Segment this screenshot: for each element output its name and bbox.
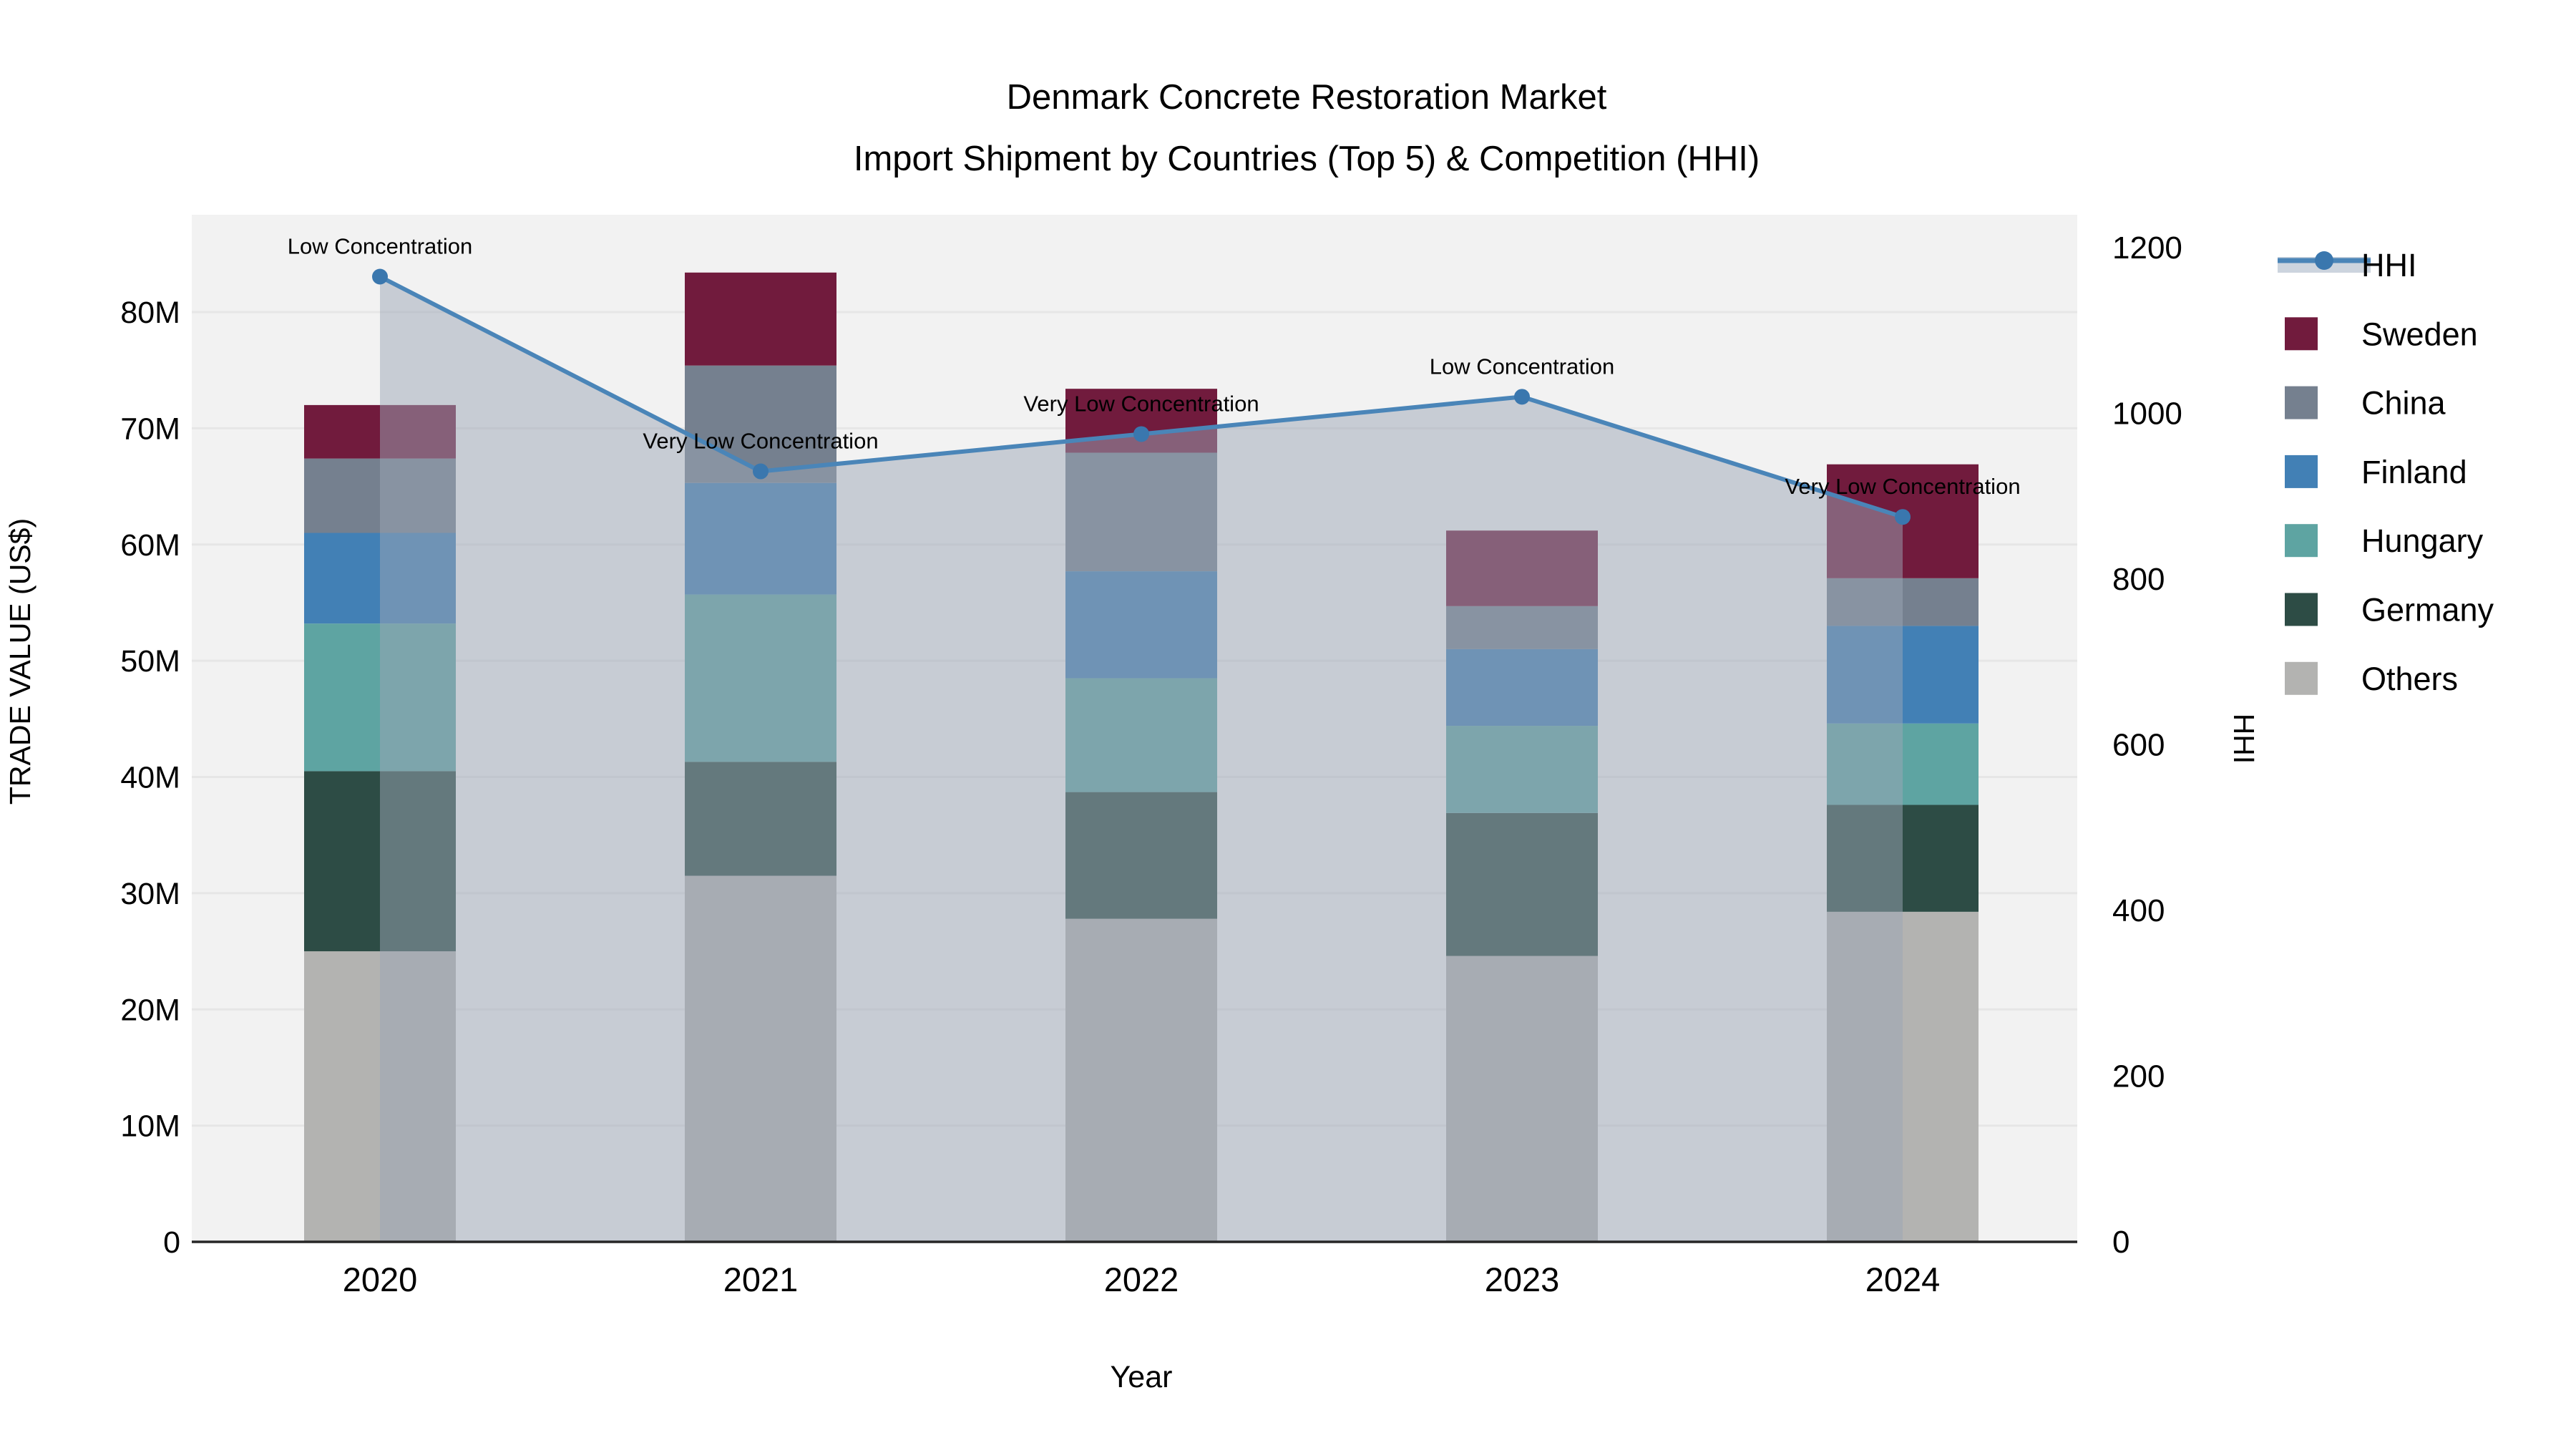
legend-label-hungary: Hungary	[2361, 523, 2484, 559]
y-right-tick-600: 600	[2112, 728, 2165, 763]
legend-label-sweden: Sweden	[2361, 316, 2478, 352]
legend-swatch-finland	[2285, 455, 2318, 488]
chart-container: Low Concentration Very Low Concentration V…	[0, 0, 2576, 1449]
chart-title-line1: Denmark Concrete Restoration Market	[1007, 78, 1607, 117]
legend-label-finland: Finland	[2361, 454, 2467, 490]
annotation-2021: Very Low Concentration	[643, 429, 878, 454]
legend-item-finland[interactable]: Finland	[2285, 454, 2467, 490]
annotation-2024: Very Low Concentration	[1785, 474, 2020, 499]
x-tick-2022: 2022	[1104, 1260, 1179, 1298]
y-left-tick-20M: 20M	[120, 993, 180, 1027]
y-left-tick-60M: 60M	[120, 528, 180, 563]
legend-item-sweden[interactable]: Sweden	[2285, 316, 2478, 352]
bar-segment-2021-sweden	[685, 272, 836, 366]
legend-item-china[interactable]: China	[2285, 385, 2446, 422]
y-right-tick-400: 400	[2112, 893, 2165, 928]
x-tick-2021: 2021	[723, 1260, 799, 1298]
y-left-tick-10M: 10M	[120, 1109, 180, 1144]
y-right-tick-0: 0	[2112, 1225, 2129, 1260]
legend-item-hungary[interactable]: Hungary	[2285, 523, 2484, 559]
x-tick-2020: 2020	[343, 1260, 418, 1298]
hhi-marker-2022	[1133, 426, 1149, 442]
legend-swatch-germany	[2285, 593, 2318, 626]
x-tick-2023: 2023	[1485, 1260, 1560, 1298]
legend-swatch-sweden	[2285, 317, 2318, 351]
y-right-tick-1200: 1200	[2112, 230, 2182, 266]
legend-label-others: Others	[2361, 661, 2458, 697]
legend-swatch-hungary	[2285, 524, 2318, 558]
legend-item-others[interactable]: Others	[2285, 661, 2458, 697]
legend-item-hhi[interactable]: HHI	[2278, 247, 2417, 283]
legend-swatch-china	[2285, 386, 2318, 419]
y-left-axis-title: TRADE VALUE (US$)	[4, 518, 36, 805]
legend-label-germany: Germany	[2361, 592, 2494, 628]
x-tick-2024: 2024	[1865, 1260, 1941, 1298]
y-right-tick-800: 800	[2112, 562, 2165, 597]
legend-label-china: China	[2361, 385, 2446, 422]
hhi-marker-2023	[1514, 389, 1530, 405]
legend-item-germany[interactable]: Germany	[2285, 592, 2494, 628]
chart-title-line2: Import Shipment by Countries (Top 5) & C…	[854, 140, 1760, 178]
hhi-marker-swatch	[2315, 251, 2333, 270]
y-right-tick-1000: 1000	[2112, 397, 2182, 432]
y-left-tick-40M: 40M	[120, 761, 180, 795]
hhi-marker-2024	[1895, 509, 1911, 525]
hhi-marker-2021	[753, 463, 769, 480]
y-left-tick-80M: 80M	[120, 296, 180, 330]
y-left-tick-0: 0	[163, 1225, 180, 1260]
legend: HHI Sweden China Finland Hungary Germany Other…	[2278, 247, 2494, 697]
annotation-2022: Very Low Concentration	[1023, 391, 1259, 416]
x-axis-title: Year	[1111, 1360, 1173, 1394]
hhi-marker-2020	[372, 268, 388, 285]
annotation-2020: Low Concentration	[288, 234, 473, 259]
legend-label-hhi: HHI	[2361, 247, 2417, 283]
y-right-tick-200: 200	[2112, 1059, 2165, 1094]
annotation-2023: Low Concentration	[1430, 354, 1615, 379]
y-left-tick-50M: 50M	[120, 644, 180, 679]
combo-chart: Low Concentration Very Low Concentration V…	[4, 78, 2494, 1394]
y-left-tick-30M: 30M	[120, 877, 180, 911]
legend-swatch-others	[2285, 661, 2318, 695]
y-left-tick-70M: 70M	[120, 412, 180, 446]
y-right-axis-title: HHI	[2228, 714, 2260, 764]
